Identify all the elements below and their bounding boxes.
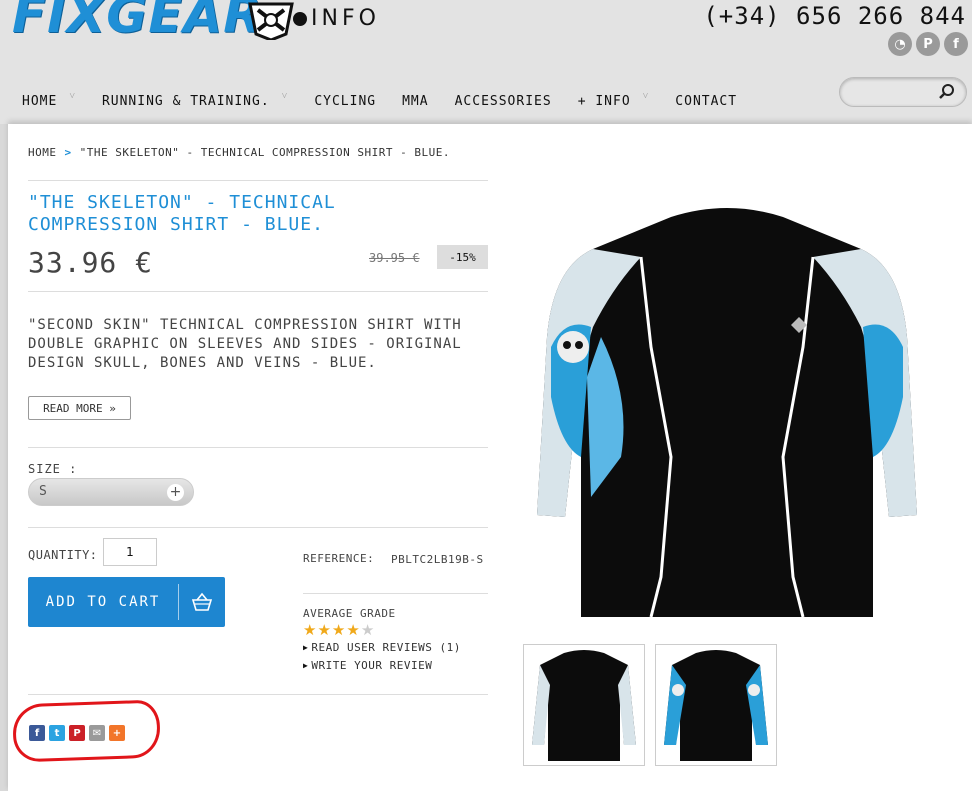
annotation-circle [12,699,161,763]
divider [28,694,488,695]
basket-icon [179,592,225,612]
nav-item-label: Accessories [454,93,552,109]
triangle-right-icon: ▶ [303,643,309,652]
star-icon: ★ [317,621,331,639]
read-reviews-link[interactable]: ▶ Read user reviews (1) [303,641,461,654]
divider [28,180,488,181]
nav-item-info[interactable]: + Info ˅ [577,90,650,109]
write-review-label: Write your review [311,659,433,672]
size-select[interactable]: S + [28,478,194,506]
pinterest-icon[interactable]: P [916,32,940,56]
nav-item-cycling[interactable]: Cycling [314,94,376,109]
nav-item-contact[interactable]: Contact [675,94,737,109]
nav-item-label: Cycling [314,93,377,109]
size-label: Size : [28,462,78,476]
nav-item-accessories[interactable]: Accessories [455,94,552,109]
quantity-label: Quantity: [28,548,98,562]
rating-stars: ★ ★ ★ ★ ★ [303,621,374,639]
star-icon: ★ [360,621,375,639]
plus-icon[interactable]: + [167,484,184,501]
product-price: 33.96 € [28,246,154,279]
chevron-down-icon: ˅ [281,90,289,102]
read-more-button[interactable]: Read more » [28,396,131,420]
star-icon: ★ [303,621,317,639]
nav-item-label: Contact [675,93,738,109]
chevron-down-icon: ˅ [69,90,76,102]
product-title: "The Skeleton" - Technical compression s… [28,192,336,235]
product-panel: Home > "The Skeleton" - Technical compre… [8,124,972,791]
quantity-field[interactable] [103,538,157,566]
search-input[interactable] [839,77,967,107]
reference-value: PBLTC2LB19B-S [391,553,484,566]
phone-number: (+34) 656 266 844 [703,2,966,30]
product-thumbnail[interactable] [523,644,645,766]
logo-suffix: INFO [311,6,380,31]
logo-emblem-icon [248,2,294,40]
divider [28,527,488,528]
nav-item-mma[interactable]: MMA [402,94,428,109]
divider [28,291,488,292]
search-icon[interactable] [938,83,956,101]
breadcrumb-home[interactable]: Home [28,146,57,159]
nav-item-label: Home [22,93,58,109]
divider [303,593,488,594]
nav-item-label: MMA [402,93,429,109]
nav-item-running-training[interactable]: Running & Training. ˅ [101,90,289,109]
logo[interactable]: FIXGEAR [12,0,263,44]
nav-item-home[interactable]: Home ˅ [22,90,76,109]
breadcrumb-separator: > [64,146,72,159]
chevron-down-icon: ˅ [642,90,650,102]
triangle-right-icon: ▶ [303,661,309,670]
breadcrumb-current: "The Skeleton" - Technical compression s… [79,146,450,159]
size-value: S [39,484,47,499]
nav-item-label: Running & Training. [101,93,270,109]
star-icon: ★ [331,621,346,639]
main-nav: Home ˅ Running & Training. ˅ Cycling MMA… [22,90,763,110]
read-reviews-label: Read user reviews (1) [311,641,461,654]
old-price: 39.95 € [369,251,420,265]
rss-icon[interactable]: ◔ [888,32,912,56]
site-header: FIXGEAR INFO (+34) 656 266 844 ◔ P f Hom… [0,0,972,124]
product-description: "Second skin" technical compression shir… [28,317,462,371]
discount-badge: -15% [437,245,488,269]
logo-dot [293,12,307,26]
reference-label: Reference: [303,552,375,565]
average-grade-label: Average grade [303,607,396,620]
divider [28,447,488,448]
add-to-cart-button[interactable]: Add to cart [28,577,225,627]
star-icon: ★ [346,621,360,639]
add-to-cart-label: Add to cart [45,594,161,610]
product-main-image[interactable] [521,197,933,637]
breadcrumb: Home > "The Skeleton" - Technical compre… [28,146,450,159]
facebook-icon[interactable]: f [944,32,968,56]
nav-item-label: + Info [577,93,631,109]
header-social-links: ◔ P f [888,32,968,56]
write-review-link[interactable]: ▶ Write your review [303,659,432,672]
product-thumbnail[interactable] [655,644,777,766]
